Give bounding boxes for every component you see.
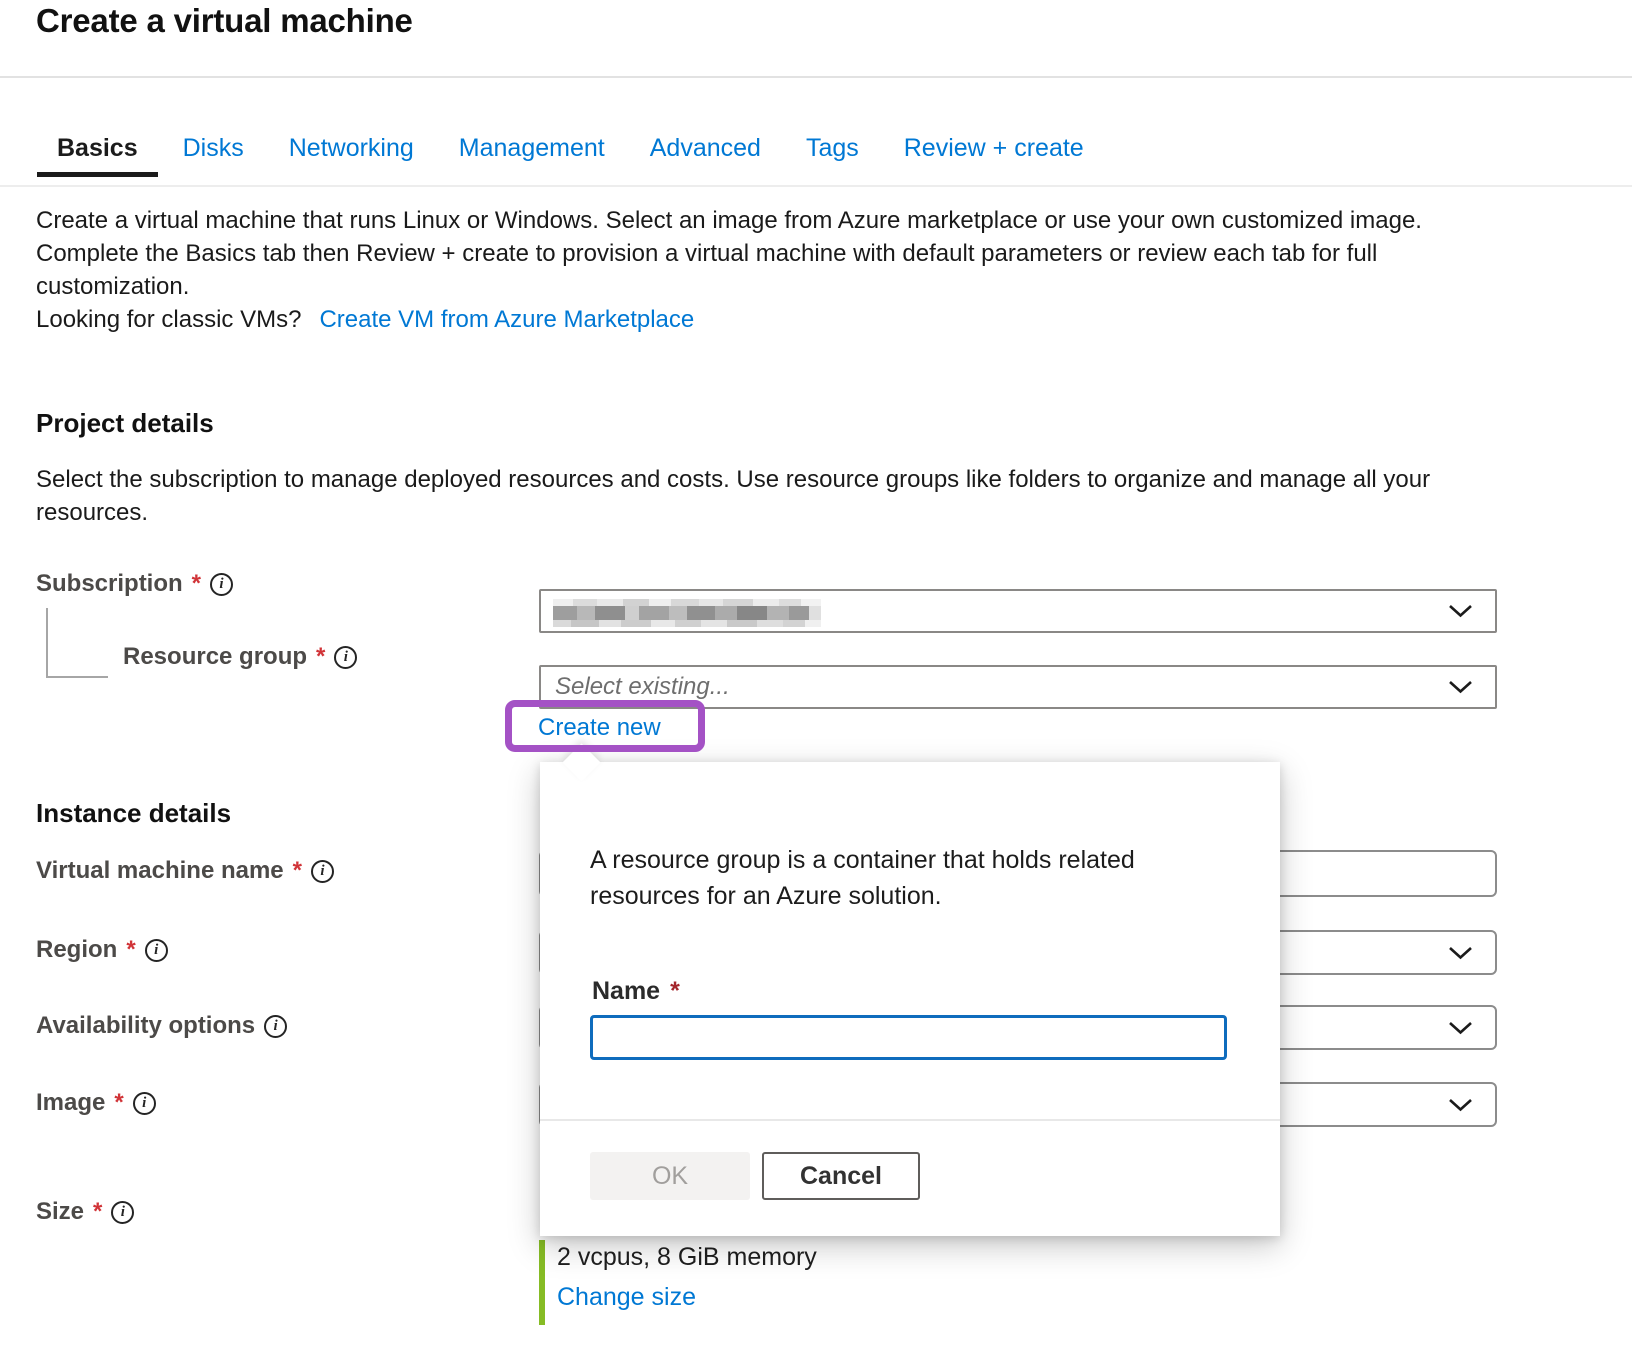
required-marker: *: [293, 857, 302, 885]
classic-vm-question: Looking for classic VMs?: [36, 306, 301, 333]
instance-details-heading: Instance details: [36, 798, 231, 829]
info-icon[interactable]: i: [145, 939, 168, 962]
required-marker: *: [114, 1089, 123, 1117]
tab-networking[interactable]: Networking: [269, 134, 434, 177]
dialog-description: A resource group is a container that hol…: [590, 842, 1215, 914]
chevron-down-icon: [1448, 1021, 1473, 1035]
info-icon[interactable]: i: [264, 1015, 287, 1038]
required-marker: *: [316, 643, 325, 671]
ok-button[interactable]: OK: [590, 1152, 750, 1200]
image-label: Image * i: [36, 1089, 156, 1117]
hierarchy-connector-vertical: [46, 608, 48, 678]
intro-paragraph-2: Complete the Basics tab then Review + cr…: [36, 237, 1438, 303]
chevron-down-icon: [1448, 1098, 1473, 1112]
dialog-caret: [562, 743, 600, 781]
region-label: Region * i: [36, 936, 168, 964]
tab-disks[interactable]: Disks: [163, 134, 264, 177]
create-new-link[interactable]: Create new: [538, 714, 661, 742]
size-label: Size * i: [36, 1198, 134, 1226]
dialog-name-label: Name *: [592, 977, 680, 1006]
intro-paragraph-1: Create a virtual machine that runs Linux…: [36, 204, 1438, 237]
project-details-description: Select the subscription to manage deploy…: [36, 463, 1438, 529]
project-details-heading: Project details: [36, 408, 214, 439]
change-size-link[interactable]: Change size: [557, 1283, 696, 1312]
hierarchy-connector-horizontal: [46, 676, 108, 678]
info-icon[interactable]: i: [334, 646, 357, 669]
create-vm-marketplace-link[interactable]: Create VM from Azure Marketplace: [319, 306, 694, 333]
tab-bar: Basics Disks Networking Management Advan…: [37, 134, 1109, 177]
subscription-label: Subscription * i: [36, 570, 233, 598]
required-marker: *: [93, 1198, 102, 1226]
resource-group-placeholder: Select existing...: [541, 673, 730, 701]
create-resource-group-dialog: A resource group is a container that hol…: [540, 762, 1280, 1236]
header-divider: [0, 76, 1632, 78]
info-icon[interactable]: i: [133, 1092, 156, 1115]
intro-paragraph-3: Looking for classic VMs? Create VM from A…: [36, 303, 1438, 336]
required-marker: *: [192, 570, 201, 598]
create-vm-page: Create a virtual machine Basics Disks Ne…: [0, 0, 1632, 1368]
subscription-dropdown[interactable]: [539, 589, 1497, 633]
info-icon[interactable]: i: [111, 1201, 134, 1224]
tab-advanced[interactable]: Advanced: [630, 134, 781, 177]
required-marker: *: [670, 977, 680, 1006]
size-specs: 2 vcpus, 8 GiB memory: [557, 1243, 817, 1272]
tab-basics[interactable]: Basics: [37, 134, 158, 177]
resource-group-name-input[interactable]: [590, 1015, 1227, 1060]
required-marker: *: [126, 936, 135, 964]
tab-management[interactable]: Management: [439, 134, 625, 177]
chevron-down-icon: [1448, 946, 1473, 960]
subscription-value-redacted: [553, 599, 821, 627]
availability-options-label: Availability options i: [36, 1012, 287, 1040]
dialog-divider: [540, 1119, 1280, 1121]
info-icon[interactable]: i: [311, 860, 334, 883]
info-icon[interactable]: i: [210, 573, 233, 596]
chevron-down-icon: [1448, 604, 1473, 618]
chevron-down-icon: [1448, 680, 1473, 694]
vm-name-label: Virtual machine name * i: [36, 857, 334, 885]
resource-group-dropdown[interactable]: Select existing...: [539, 665, 1497, 709]
intro-text: Create a virtual machine that runs Linux…: [36, 204, 1438, 336]
tabbar-divider: [0, 185, 1632, 187]
page-title: Create a virtual machine: [36, 2, 413, 40]
resource-group-label: Resource group * i: [123, 643, 357, 671]
cancel-button[interactable]: Cancel: [762, 1152, 920, 1200]
tab-tags[interactable]: Tags: [786, 134, 879, 177]
size-accent-bar: [539, 1240, 545, 1325]
tab-review-create[interactable]: Review + create: [884, 134, 1104, 177]
